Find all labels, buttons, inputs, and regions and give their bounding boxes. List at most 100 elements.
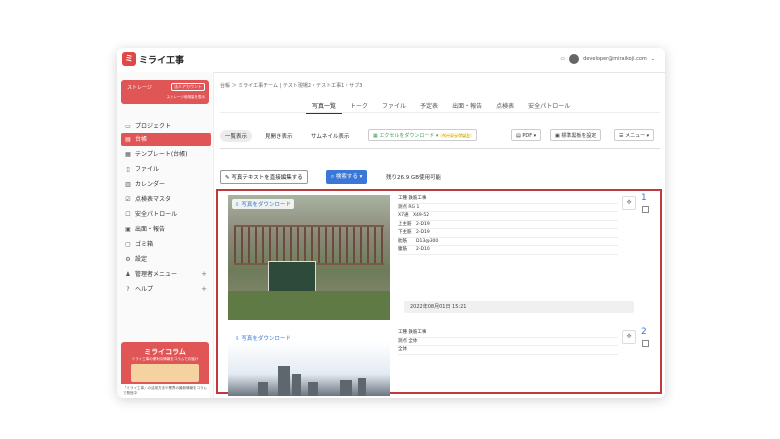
sidebar-item-help[interactable]: ? ヘルプ + — [121, 283, 211, 296]
chevron-down-icon[interactable]: ⌄ — [651, 56, 655, 62]
blackboard-shape — [268, 261, 316, 293]
menu-label: メニュー — [625, 133, 646, 139]
building-shape — [292, 374, 301, 396]
sidebar-item-label: 台帳 — [135, 136, 148, 143]
storage-sub: ストレージ使用量を表示 — [166, 95, 205, 99]
ledger-icon: ▤ — [125, 136, 131, 143]
folder-icon: ▭ — [125, 123, 131, 130]
promo-note: 「ミライ工事」の活用方法や業界の最新情報をコラムで発信中 — [121, 384, 209, 398]
excel-download-label: エクセルをダウンロード — [379, 133, 435, 139]
avatar[interactable] — [569, 54, 580, 64]
info-row: 測点 RG 1 — [398, 204, 618, 212]
sidebar-item-trash[interactable]: ▢ ゴミ箱 — [121, 238, 211, 251]
sidebar-item-label: 安全パトロール — [135, 211, 178, 218]
sidebar-item-checklist[interactable]: ☑ 点検表マスタ — [121, 193, 211, 206]
sidebar: ストレージ 法人アカウント ストレージ使用量を表示 ▭ プロジェクト ▤ 台帳 ▦ テ… — [117, 72, 214, 398]
menu-button[interactable]: ☰ メニュー ▾ — [614, 129, 655, 141]
pdf-button[interactable]: ▤ PDF ▾ — [511, 129, 542, 141]
logo[interactable]: ミ ミライ工事 — [122, 52, 184, 66]
toolbar-divider — [220, 148, 660, 149]
sidebar-item-settings[interactable]: ⚙ 設定 — [121, 253, 211, 266]
promo-banner[interactable]: ミライコラム ミライ工事の便利な情報をコラムでお届け 「ミライ工事」の活用方法や… — [121, 342, 209, 398]
template-button[interactable]: ▣ 標準黒板を設定 — [550, 129, 602, 141]
view-list-button[interactable]: 一覧表示 — [220, 130, 253, 142]
search-label: 検索する — [335, 174, 358, 180]
user-email: developer@miraikoji.com — [583, 56, 647, 62]
logo-text: ミライ工事 — [139, 55, 185, 66]
sidebar-item-admin[interactable]: ♟ 管理者メニュー + — [121, 268, 211, 281]
top-bar: ミ ミライ工事 ▭ developer@miraikoji.com ⌄ — [117, 48, 665, 73]
ground-shape — [228, 291, 390, 320]
report-icon: ▣ — [125, 226, 131, 233]
info-row: 下主筋 2-D19 — [398, 229, 618, 238]
photo-date: 2022年08月01日 15:21 — [404, 301, 634, 313]
logo-mark-icon: ミ — [122, 52, 136, 66]
excel-download-button[interactable]: ▦ エクセルをダウンロード ▾ ベーシック以上 — [368, 129, 477, 141]
sidebar-item-calendar[interactable]: ▥ カレンダー — [121, 178, 211, 191]
sidebar-item-file[interactable]: ▯ ファイル — [121, 163, 211, 176]
edit-photo-text-button[interactable]: ✎ 写真テキストを直接編集する — [220, 170, 308, 184]
view-toolbar: 一覧表示 見開き表示 サムネイル表示 ▦ エクセルをダウンロード ▾ ベーシック… — [220, 128, 660, 144]
safety-icon: ☐ — [125, 211, 131, 218]
building-shape — [358, 378, 366, 396]
select-checkbox[interactable] — [642, 340, 649, 347]
move-handle-icon[interactable]: ✥ — [622, 196, 636, 210]
building-shape — [278, 366, 290, 396]
template-label: 標準黒板を設定 — [561, 133, 597, 139]
template-icon: ▦ — [125, 151, 131, 158]
building-shape — [258, 382, 268, 396]
edit-photo-text-label: 写真テキストを直接編集する — [231, 175, 303, 181]
photo-card-1: ⇩ 写真をダウンロード 工種 鉄筋工事 測点 RG 1 X7通 X49-52 上… — [218, 191, 660, 331]
select-checkbox[interactable] — [642, 206, 649, 213]
calendar-icon: ▥ — [125, 181, 131, 188]
trash-icon: ▢ — [125, 241, 131, 248]
sidebar-item-label: 管理者メニュー — [135, 271, 178, 278]
sidebar-item-label: 出面・報告 — [135, 226, 166, 233]
photo-image-skyline[interactable] — [228, 341, 390, 396]
sidebar-item-ledger[interactable]: ▤ 台帳 — [121, 133, 211, 146]
info-row: 工種 鉄筋工事 — [398, 329, 618, 338]
admin-icon: ♟ — [125, 271, 131, 278]
sidebar-item-safety[interactable]: ☐ 安全パトロール — [121, 208, 211, 221]
storage-panel[interactable]: ストレージ 法人アカウント ストレージ使用量を表示 — [121, 80, 209, 104]
expand-plus-icon[interactable]: + — [201, 268, 207, 281]
user-area[interactable]: ▭ developer@miraikoji.com ⌄ — [560, 54, 655, 64]
download-photo-label: 写真をダウンロード — [241, 202, 291, 208]
promo-subtitle: ミライ工事の便利な情報をコラムでお届け — [131, 357, 199, 361]
photo-number: 1 — [641, 193, 647, 203]
photo-info-2[interactable]: 工種 鉄筋工事 測点 全体 全体 — [398, 329, 618, 355]
rebar-shape — [234, 225, 384, 265]
gear-icon: ⚙ — [125, 256, 131, 263]
move-handle-icon[interactable]: ✥ — [622, 330, 636, 344]
sidebar-item-report[interactable]: ▣ 出面・報告 — [121, 223, 211, 236]
sidebar-item-project[interactable]: ▭ プロジェクト — [121, 120, 211, 133]
info-row: 腹筋 2-D10 — [398, 246, 618, 255]
info-row: 全体 — [398, 346, 618, 355]
view-spread-button[interactable]: 見開き表示 — [260, 130, 298, 142]
file-icon: ▯ — [126, 166, 130, 173]
checklist-icon: ☑ — [125, 196, 131, 203]
expand-plus-icon[interactable]: + — [201, 283, 207, 296]
building-shape — [308, 382, 318, 396]
sidebar-item-template[interactable]: ▦ テンプレート(台帳) — [121, 148, 211, 161]
promo-image — [131, 364, 199, 382]
building-shape — [340, 380, 352, 396]
photo-number: 2 — [641, 327, 647, 337]
photo-image-rebar[interactable]: ⇩ 写真をダウンロード — [228, 195, 390, 320]
info-row: 肋筋 D13@300 — [398, 238, 618, 246]
breadcrumb[interactable]: 台帳 ＞ ミライ工事チーム | テスト現場2・テスト工事1・サブ3 — [220, 82, 362, 89]
info-row: 上主筋 2-D19 — [398, 221, 618, 229]
sidebar-item-label: ゴミ箱 — [135, 241, 154, 248]
view-thumbnail-button[interactable]: サムネイル表示 — [306, 130, 354, 142]
download-photo-button[interactable]: ⇩ 写真をダウンロード — [232, 199, 294, 209]
photo-info-1[interactable]: 工種 鉄筋工事 測点 RG 1 X7通 X49-52 上主筋 2-D19 下主筋… — [398, 195, 618, 255]
promo-title: ミライコラム — [144, 348, 186, 356]
sidebar-item-label: カレンダー — [135, 181, 166, 188]
tabs-divider — [220, 112, 660, 113]
sidebar-item-label: ヘルプ — [135, 286, 154, 293]
inbox-icon[interactable]: ▭ — [560, 56, 565, 62]
pdf-label: PDF — [522, 133, 533, 139]
main-content: 台帳 ＞ ミライ工事チーム | テスト現場2・テスト工事1・サブ3 写真一覧 ト… — [214, 72, 665, 398]
sidebar-item-label: プロジェクト — [135, 123, 172, 130]
search-button[interactable]: ⌕ 検索する ▾ — [326, 170, 368, 184]
